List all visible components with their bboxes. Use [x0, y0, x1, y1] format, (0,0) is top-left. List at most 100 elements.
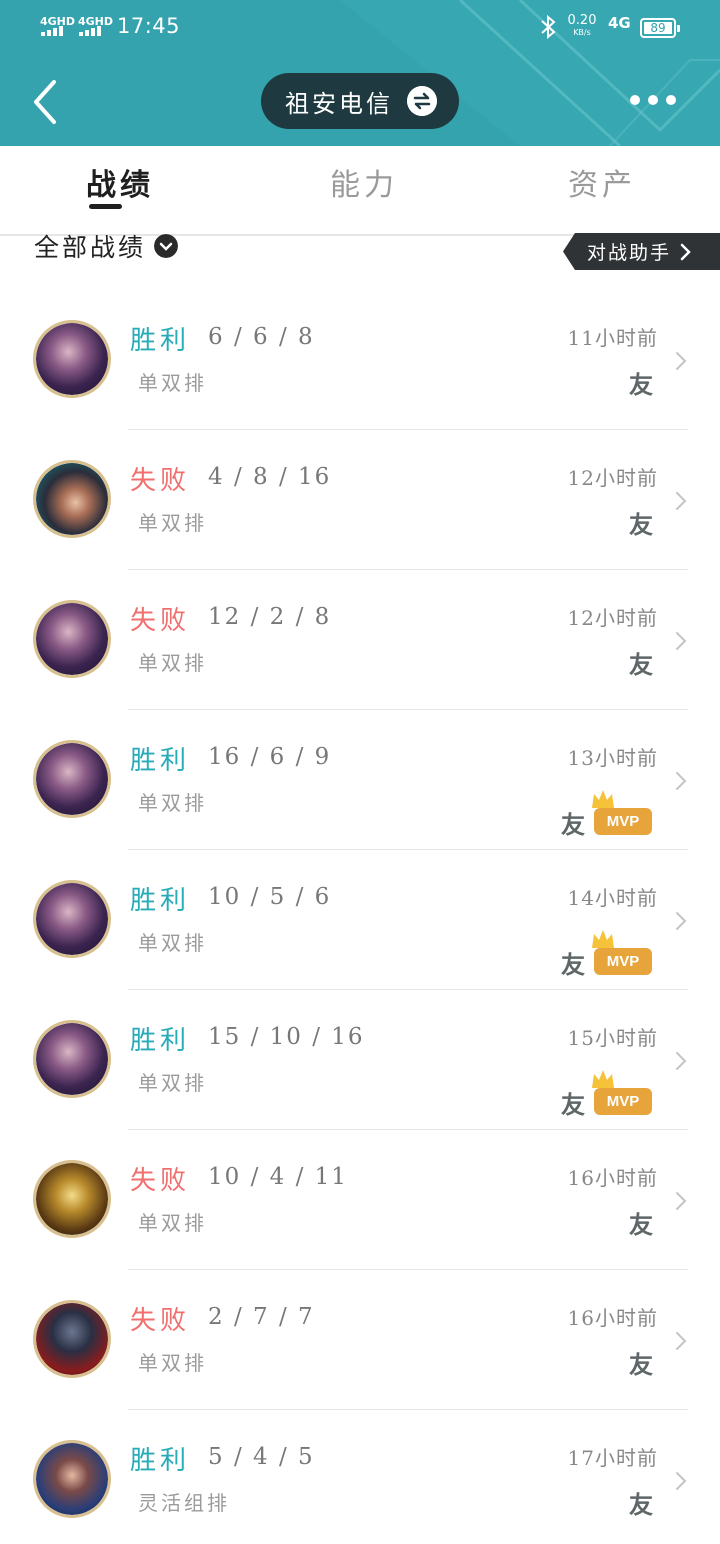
signal-2-icon: [79, 26, 101, 36]
hero-portrait: [36, 883, 108, 955]
battery-icon: 89: [640, 18, 680, 38]
speed-value: 0.20: [567, 13, 597, 28]
mvp-badge: MVP: [592, 1070, 652, 1115]
hero-avatar: [33, 460, 111, 538]
friend-badge: 友: [629, 1210, 653, 1239]
match-mode: 单双排: [138, 1351, 207, 1375]
match-time: 11小时前: [567, 326, 658, 350]
chevron-right-icon: [680, 243, 691, 260]
friend-badge: 友: [629, 1490, 653, 1519]
chevron-right-icon: [676, 632, 687, 650]
match-time: 16小时前: [567, 1306, 658, 1330]
chevron-right-icon: [676, 1192, 687, 1210]
match-kda: 6 / 6 / 8: [208, 324, 315, 350]
chevron-right-icon: [676, 772, 687, 790]
match-result: 失败: [130, 1166, 191, 1196]
friend-badge: 友: [629, 650, 653, 679]
match-time: 14小时前: [567, 886, 658, 910]
match-time: 15小时前: [567, 1026, 658, 1050]
more-menu-icon[interactable]: [630, 92, 678, 108]
match-kda: 2 / 7 / 7: [208, 1304, 315, 1330]
hero-avatar: [33, 1300, 111, 1378]
crown-icon: [592, 790, 614, 808]
match-mode: 单双排: [138, 371, 207, 395]
hero-portrait: [36, 463, 108, 535]
match-result: 失败: [130, 1306, 191, 1336]
record-filter-dropdown[interactable]: 全部战绩: [34, 228, 179, 264]
mvp-badge: MVP: [592, 930, 652, 975]
hero-portrait: [36, 1303, 108, 1375]
chevron-right-icon: [676, 912, 687, 930]
back-arrow-icon[interactable]: [28, 78, 64, 126]
friend-badge: 友: [561, 1090, 585, 1119]
match-kda: 15 / 10 / 16: [208, 1024, 365, 1050]
network-speed: 0.20 KB/s: [566, 14, 598, 38]
match-result: 失败: [130, 466, 191, 496]
tab-bar: 战绩 能力 资产: [0, 146, 720, 236]
hero-portrait: [36, 1443, 108, 1515]
swap-icon: [407, 86, 437, 116]
hero-avatar: [33, 740, 111, 818]
match-time: 16小时前: [567, 1166, 658, 1190]
hero-avatar: [33, 600, 111, 678]
match-kda: 16 / 6 / 9: [208, 744, 332, 770]
match-kda: 10 / 4 / 11: [208, 1164, 348, 1190]
hero-portrait: [36, 1023, 108, 1095]
match-mode: 单双排: [138, 511, 207, 535]
match-row[interactable]: 胜利 16 / 6 / 9 单双排 13小时前友 MVP: [0, 710, 720, 850]
tab-records[interactable]: 战绩: [86, 160, 154, 204]
match-row[interactable]: 失败 4 / 8 / 16 单双排 12小时前友: [0, 430, 720, 570]
match-kda: 12 / 2 / 8: [208, 604, 332, 630]
speed-unit: KB/s: [573, 28, 591, 37]
match-result: 胜利: [130, 1026, 191, 1056]
chevron-right-icon: [676, 1332, 687, 1350]
match-row[interactable]: 失败 2 / 7 / 7 单双排 16小时前友: [0, 1270, 720, 1410]
match-result: 胜利: [130, 746, 191, 776]
match-result: 失败: [130, 606, 191, 636]
match-mode: 单双排: [138, 791, 207, 815]
match-mode: 单双排: [138, 1071, 207, 1095]
account-switcher[interactable]: 祖安电信: [261, 73, 459, 129]
battle-assistant-button[interactable]: 对战助手: [563, 233, 720, 270]
match-result: 胜利: [130, 886, 191, 916]
match-row[interactable]: 失败 12 / 2 / 8 单双排 12小时前友: [0, 570, 720, 710]
crown-icon: [592, 1070, 614, 1088]
signal-1-icon: [41, 26, 63, 36]
hero-avatar: [33, 880, 111, 958]
chevron-right-icon: [676, 352, 687, 370]
match-time: 17小时前: [567, 1446, 658, 1470]
chevron-down-icon: [154, 234, 179, 258]
mvp-label: MVP: [606, 953, 640, 970]
battery-level: 89: [650, 21, 666, 35]
match-kda: 5 / 4 / 5: [208, 1444, 315, 1470]
app-header: 4GHD 4GHD 17:45 0.20 KB/s 4G 89 祖安电信: [0, 0, 720, 146]
chevron-right-icon: [676, 1052, 687, 1070]
mvp-label: MVP: [606, 1093, 640, 1110]
match-row[interactable]: 胜利 6 / 6 / 8 单双排 11小时前友: [0, 290, 720, 430]
chevron-right-icon: [676, 1472, 687, 1490]
match-mode: 单双排: [138, 1211, 207, 1235]
clock: 17:45: [117, 14, 181, 38]
network-type: 4G: [608, 14, 631, 32]
hero-portrait: [36, 743, 108, 815]
hero-avatar: [33, 1440, 111, 1518]
hero-avatar: [33, 1160, 111, 1238]
hero-portrait: [36, 603, 108, 675]
match-mode: 单双排: [138, 651, 207, 675]
match-result: 胜利: [130, 1446, 191, 1476]
tab-ability[interactable]: 能力: [330, 160, 398, 204]
tab-assets[interactable]: 资产: [568, 160, 636, 204]
hero-portrait: [36, 323, 108, 395]
friend-badge: 友: [561, 810, 585, 839]
match-row[interactable]: 胜利 15 / 10 / 16 单双排 15小时前友 MVP: [0, 990, 720, 1130]
match-row[interactable]: 胜利 5 / 4 / 5 灵活组排 17小时前友: [0, 1410, 720, 1544]
match-row[interactable]: 失败 10 / 4 / 11 单双排 16小时前友: [0, 1130, 720, 1270]
match-list: 胜利 6 / 6 / 8 单双排 11小时前友失败 4 / 8 / 16 单双排 12小时前…: [0, 290, 720, 1544]
match-row[interactable]: 胜利 10 / 5 / 6 单双排 14小时前友 MVP: [0, 850, 720, 990]
match-time: 13小时前: [567, 746, 658, 770]
crown-icon: [592, 930, 614, 948]
friend-badge: 友: [629, 510, 653, 539]
match-time: 12小时前: [567, 606, 658, 630]
match-mode: 单双排: [138, 931, 207, 955]
filter-label: 全部战绩: [34, 233, 147, 262]
